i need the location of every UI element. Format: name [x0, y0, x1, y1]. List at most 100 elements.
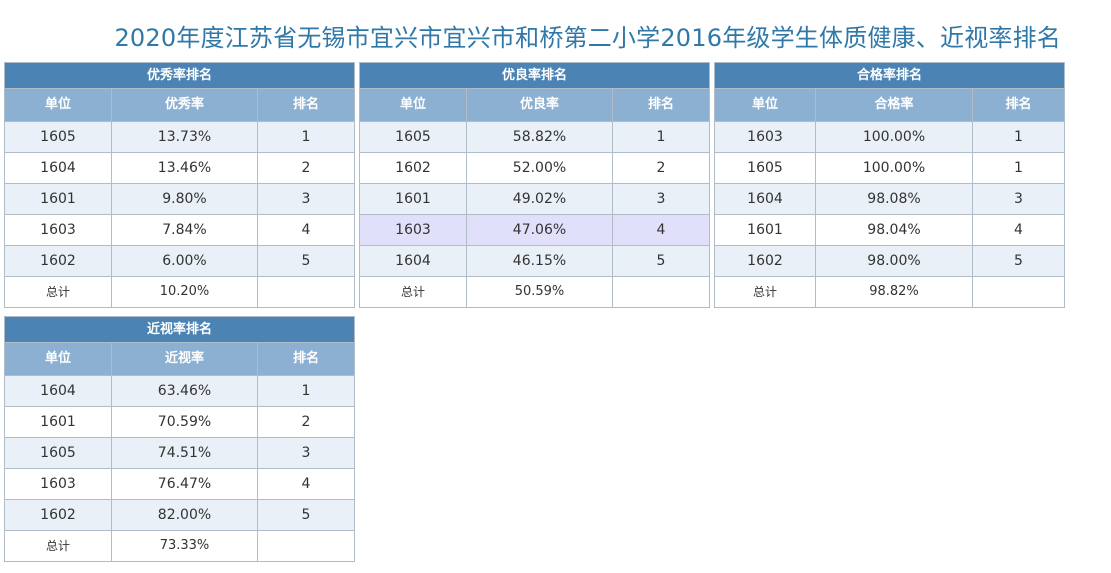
unit-cell: 1604 — [4, 375, 112, 407]
rank-cell: 3 — [971, 183, 1066, 215]
pass-rate-table: 合格率排名 单位 合格率 排名 1603 100.00% 1 1605 100.00%… — [713, 62, 1066, 308]
unit-cell: 1602 — [714, 245, 816, 277]
rate-cell: 76.47% — [111, 468, 258, 500]
rate-cell: 46.15% — [466, 245, 613, 277]
rank-cell: 5 — [611, 245, 711, 277]
unit-cell: 1605 — [4, 121, 112, 153]
rate-cell: 98.08% — [815, 183, 973, 215]
rank-cell: 4 — [611, 214, 711, 246]
total-row: 总计 50.59% — [359, 276, 711, 308]
rate-cell: 100.00% — [815, 121, 973, 153]
total-rate: 73.33% — [111, 530, 258, 562]
table-row: 1604 13.46% 2 — [4, 152, 356, 184]
rank-cell: 4 — [971, 214, 1066, 246]
table-caption: 近视率排名 — [3, 316, 356, 343]
total-label: 总计 — [4, 276, 112, 308]
table-caption: 合格率排名 — [713, 62, 1066, 89]
column-header-unit: 单位 — [4, 342, 112, 376]
unit-cell: 1601 — [4, 406, 112, 438]
total-rate: 50.59% — [466, 276, 613, 308]
rate-cell: 63.46% — [111, 375, 258, 407]
table-row: 1604 98.08% 3 — [714, 183, 1066, 215]
table-row: 1603 100.00% 1 — [714, 121, 1066, 153]
unit-cell: 1604 — [4, 152, 112, 184]
rank-cell: 1 — [256, 121, 356, 153]
rate-cell: 9.80% — [111, 183, 258, 215]
page-title: 2020年度江苏省无锡市宜兴市宜兴市和桥第二小学2016年级学生体质健康、近视率… — [114, 24, 1061, 52]
rank-cell: 2 — [256, 152, 356, 184]
rate-cell: 47.06% — [466, 214, 613, 246]
total-row: 总计 10.20% — [4, 276, 356, 308]
column-header-unit: 单位 — [714, 88, 816, 122]
total-row: 总计 98.82% — [714, 276, 1066, 308]
unit-cell: 1602 — [359, 152, 467, 184]
good-rate-table: 优良率排名 单位 优良率 排名 1605 58.82% 1 1602 52.00% 2 … — [358, 62, 711, 308]
rate-cell: 7.84% — [111, 214, 258, 246]
column-header-rate: 近视率 — [111, 342, 258, 376]
total-label: 总计 — [359, 276, 467, 308]
rate-cell: 74.51% — [111, 437, 258, 469]
column-header-rank: 排名 — [256, 88, 356, 122]
table-row: 1601 49.02% 3 — [359, 183, 711, 215]
rank-cell: 1 — [971, 152, 1066, 184]
rate-cell: 6.00% — [111, 245, 258, 277]
table-row: 1601 9.80% 3 — [4, 183, 356, 215]
table-caption: 优秀率排名 — [3, 62, 356, 89]
rank-cell: 5 — [256, 499, 356, 531]
unit-cell: 1603 — [4, 214, 112, 246]
rate-cell: 100.00% — [815, 152, 973, 184]
total-label: 总计 — [4, 530, 112, 562]
rank-cell: 4 — [256, 214, 356, 246]
table-row: 1605 58.82% 1 — [359, 121, 711, 153]
rank-cell: 5 — [971, 245, 1066, 277]
total-row: 总计 73.33% — [4, 530, 356, 562]
table-row: 1602 82.00% 5 — [4, 499, 356, 531]
unit-cell: 1604 — [714, 183, 816, 215]
table-row: 1603 7.84% 4 — [4, 214, 356, 246]
table-row-highlighted: 1603 47.06% 4 — [359, 214, 711, 246]
total-rank — [256, 530, 356, 562]
table-row: 1603 76.47% 4 — [4, 468, 356, 500]
column-header-unit: 单位 — [4, 88, 112, 122]
rank-cell: 4 — [256, 468, 356, 500]
column-header-rate: 优良率 — [466, 88, 613, 122]
unit-cell: 1601 — [714, 214, 816, 246]
unit-cell: 1605 — [359, 121, 467, 153]
column-header-rate: 优秀率 — [111, 88, 258, 122]
rate-cell: 70.59% — [111, 406, 258, 438]
unit-cell: 1605 — [4, 437, 112, 469]
table-row: 1602 52.00% 2 — [359, 152, 711, 184]
table-row: 1601 98.04% 4 — [714, 214, 1066, 246]
rank-cell: 2 — [611, 152, 711, 184]
rate-cell: 82.00% — [111, 499, 258, 531]
myopia-rate-table: 近视率排名 单位 近视率 排名 1604 63.46% 1 1601 70.59% 2 … — [3, 316, 356, 562]
unit-cell: 1601 — [4, 183, 112, 215]
unit-cell: 1604 — [359, 245, 467, 277]
rank-cell: 3 — [611, 183, 711, 215]
rank-cell: 5 — [256, 245, 356, 277]
column-header-rank: 排名 — [971, 88, 1066, 122]
excellent-rate-table: 优秀率排名 单位 优秀率 排名 1605 13.73% 1 1604 13.46% 2 … — [3, 62, 356, 308]
total-rate: 98.82% — [815, 276, 973, 308]
rate-cell: 98.00% — [815, 245, 973, 277]
unit-cell: 1603 — [359, 214, 467, 246]
unit-cell: 1603 — [714, 121, 816, 153]
total-rank — [611, 276, 711, 308]
unit-cell: 1605 — [714, 152, 816, 184]
table-row: 1604 63.46% 1 — [4, 375, 356, 407]
unit-cell: 1602 — [4, 499, 112, 531]
rank-cell: 1 — [256, 375, 356, 407]
rank-cell: 3 — [256, 437, 356, 469]
rank-cell: 2 — [256, 406, 356, 438]
rate-cell: 13.46% — [111, 152, 258, 184]
rank-cell: 1 — [971, 121, 1066, 153]
table-row: 1601 70.59% 2 — [4, 406, 356, 438]
column-header-rank: 排名 — [256, 342, 356, 376]
rate-cell: 13.73% — [111, 121, 258, 153]
table-row: 1605 100.00% 1 — [714, 152, 1066, 184]
table-row: 1604 46.15% 5 — [359, 245, 711, 277]
rate-cell: 98.04% — [815, 214, 973, 246]
rate-cell: 49.02% — [466, 183, 613, 215]
column-header-rank: 排名 — [611, 88, 711, 122]
rate-cell: 58.82% — [466, 121, 613, 153]
